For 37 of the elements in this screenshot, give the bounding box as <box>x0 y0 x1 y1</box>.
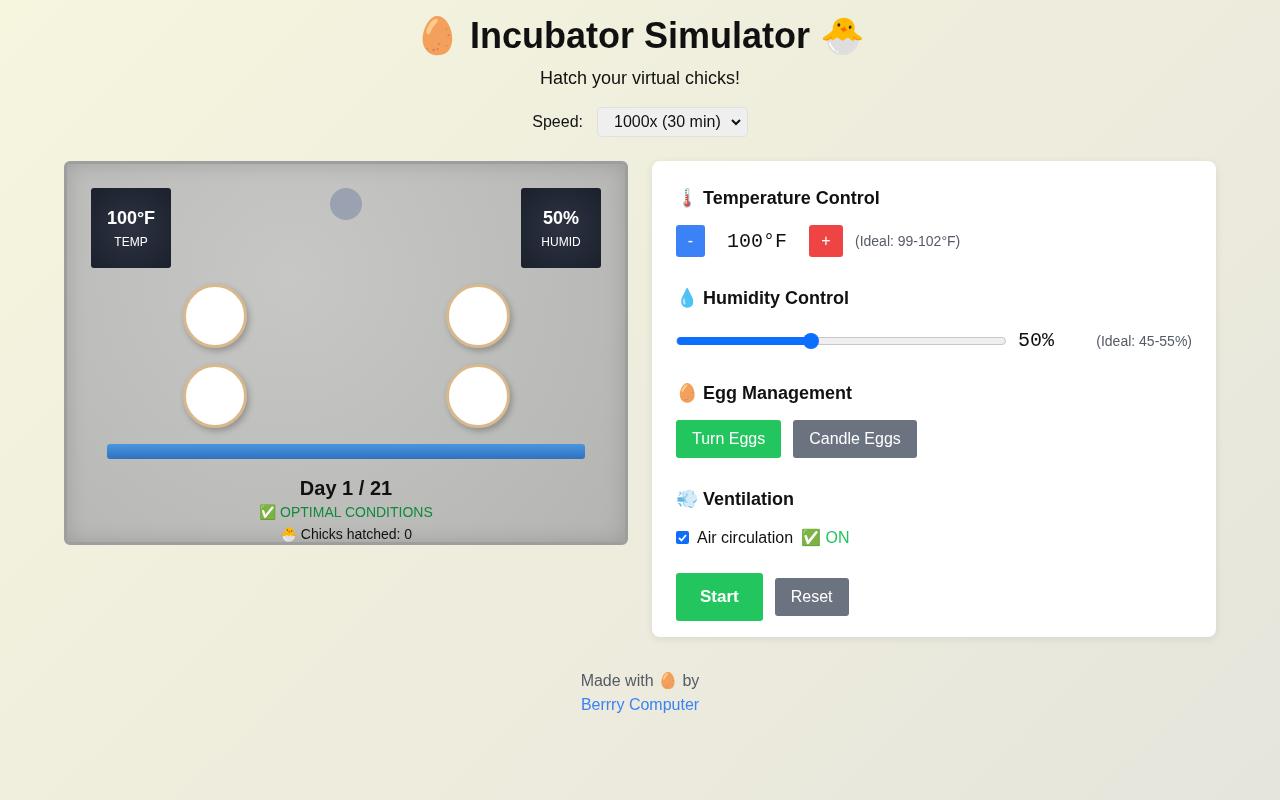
egg-icon <box>182 364 247 428</box>
section-heading: 🌡 Temperature Control <box>676 187 881 210</box>
egg-action-button[interactable]: Candle Eggs <box>793 420 917 458</box>
increase-button[interactable]: + <box>809 225 843 257</box>
footer-link[interactable]: Berrry Computer <box>580 696 700 714</box>
start-button[interactable]: Start <box>676 573 763 621</box>
humidity-value: 50% <box>1017 329 1055 352</box>
temperature-caption: TEMP <box>114 234 148 249</box>
section-heading: 💨 Ventilation <box>676 488 795 511</box>
lamp-icon <box>330 188 362 220</box>
status-text: ✅ OPTIMAL CONDITIONS <box>259 504 433 520</box>
speed-select[interactable]: 1000x (30 min) <box>597 107 748 137</box>
humidity-caption: HUMID <box>541 234 581 249</box>
page-title: 🥚 Incubator Simulator 🐣 <box>414 14 865 58</box>
footer-text: Made with 🥚 by <box>580 671 700 690</box>
ventilation-state: ✅ ON <box>801 528 850 547</box>
checkbox-label: Air circulation <box>697 528 794 547</box>
decrease-button[interactable]: - <box>676 225 705 257</box>
slider-thumb[interactable] <box>803 332 820 349</box>
ideal-range: (Ideal: 45-55%) <box>1096 332 1192 349</box>
hatched-count: 🐣 Chicks hatched: 0 <box>279 526 413 542</box>
humidity-reading: 50% <box>543 207 579 229</box>
section-heading: 🥚 Egg Management <box>676 382 854 405</box>
air-circulation-checkbox[interactable] <box>676 531 689 544</box>
chevron-down-icon <box>730 118 741 126</box>
section-heading: 💧 Humidity Control <box>676 287 850 310</box>
egg-icon <box>445 364 510 428</box>
day-counter: Day 1 / 21 <box>299 477 393 500</box>
ideal-range: (Ideal: 99-102°F) <box>855 233 961 249</box>
temperature-value: 100°F <box>726 229 788 253</box>
egg-action-button[interactable]: Turn Eggs <box>676 420 782 458</box>
egg-icon <box>182 284 247 348</box>
subtitle: Hatch your virtual chicks! <box>539 68 741 89</box>
reset-button[interactable]: Reset <box>774 578 849 616</box>
temperature-reading: 100°F <box>106 207 156 229</box>
speed-label: Speed: <box>532 113 583 131</box>
egg-icon <box>445 284 510 348</box>
